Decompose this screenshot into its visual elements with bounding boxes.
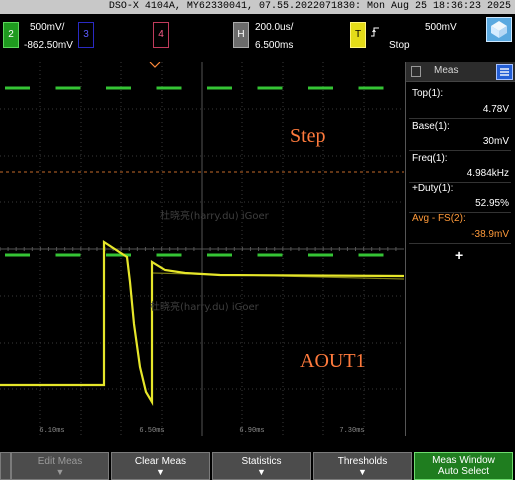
- trigger-level: 500mV: [425, 22, 457, 33]
- time-axis-label: 6.50ms: [139, 427, 164, 435]
- chevron-down-icon: ▼: [55, 467, 65, 477]
- channel-strip: 2 500mV/ -862.50mV 3 4 H 200.0us/ 6.500m…: [0, 14, 515, 61]
- edit-meas-label: Edit Meas: [37, 456, 83, 467]
- title-text: DSO-X 4104A, MY62330041, 07.55.202207183…: [108, 1, 511, 12]
- channel-4-button[interactable]: 4: [153, 22, 169, 48]
- meas-collapse-icon[interactable]: [411, 66, 421, 77]
- bottom-gap: [0, 436, 515, 452]
- channel-2-number: 2: [8, 29, 14, 40]
- channel-2-scale: 500mV/: [30, 22, 65, 33]
- rising-edge-icon: [370, 26, 380, 38]
- meas-value-duty: 52.95%: [475, 198, 509, 209]
- meas-separator: [409, 118, 511, 119]
- channel-2-button[interactable]: 2: [3, 22, 19, 48]
- menu-icon: [500, 68, 509, 76]
- thresholds-softkey[interactable]: Thresholds ▼: [313, 452, 412, 480]
- annotation-aout1: AOUT1: [300, 350, 366, 372]
- watermark-text-2: 杜晓亮(harry.du) iGoer: [150, 302, 259, 313]
- meas-window-label: Meas Window: [432, 455, 495, 466]
- softkey-bar: Edit Meas ▼ Clear Meas ▼ Statistics ▼ Th…: [0, 452, 515, 480]
- channel-4-number: 4: [158, 29, 164, 40]
- meas-window-softkey[interactable]: Meas Window Auto Select: [414, 452, 513, 480]
- waveform-graticule: 6.10ms 6.50ms 6.90ms 7.30ms Step AOUT1: [0, 61, 405, 436]
- annotation-step: Step: [290, 125, 326, 147]
- graticule-grid: [0, 62, 404, 436]
- statistics-label: Statistics: [241, 456, 282, 467]
- channel-3-number: 3: [83, 29, 89, 40]
- meas-panel-header: Meas: [406, 62, 515, 82]
- time-axis-label: 7.30ms: [339, 427, 364, 435]
- instrument-title-bar: DSO-X 4104A, MY62330041, 07.55.202207183…: [0, 0, 515, 14]
- meas-label-duty[interactable]: +Duty(1):: [412, 183, 453, 194]
- clear-meas-label: Clear Meas: [134, 456, 187, 467]
- statistics-softkey[interactable]: Statistics ▼: [212, 452, 311, 480]
- meas-value-base: 30mV: [482, 136, 509, 147]
- meas-label-freq[interactable]: Freq(1):: [412, 153, 448, 164]
- trigger-label: T: [354, 29, 362, 40]
- meas-value-avg-fs: -38.9mV: [471, 229, 509, 240]
- meas-panel-title: Meas: [434, 65, 459, 76]
- chevron-down-icon: ▼: [358, 467, 367, 477]
- thresholds-label: Thresholds: [337, 456, 388, 467]
- horizontal-timebase: 200.0us/: [255, 22, 294, 33]
- clear-meas-softkey[interactable]: Clear Meas ▼: [111, 452, 210, 480]
- meas-label-base[interactable]: Base(1):: [412, 121, 450, 132]
- horizontal-delay: 6.500ms: [255, 40, 294, 51]
- waveform-display[interactable]: 6.10ms 6.50ms 6.90ms 7.30ms Step AOUT1 杜晓亮(…: [0, 61, 405, 436]
- edit-meas-softkey[interactable]: Edit Meas ▼: [11, 452, 109, 480]
- utility-icon: [491, 21, 507, 38]
- chevron-down-icon: ▼: [156, 467, 165, 477]
- meas-separator: [409, 150, 511, 151]
- measurement-panel: Meas Top(1): 4.78V Base(1): 30mV Freq(1)…: [405, 62, 515, 436]
- meas-separator: [409, 243, 511, 244]
- time-axis-label: 6.10ms: [39, 427, 64, 435]
- channel-2-offset: -862.50mV: [24, 40, 73, 51]
- add-measurement-button[interactable]: +: [455, 247, 463, 263]
- channel-3-button[interactable]: 3: [78, 22, 94, 48]
- meas-value-top: 4.78V: [482, 104, 509, 115]
- softkey-1[interactable]: [0, 452, 11, 480]
- watermark-text: 杜晓亮(harry.du) iGoer: [160, 211, 269, 222]
- time-axis-label: 6.90ms: [239, 427, 264, 435]
- meas-label-top[interactable]: Top(1):: [412, 88, 443, 99]
- horizontal-button[interactable]: H: [233, 22, 249, 48]
- meas-value-freq: 4.984kHz: [466, 168, 509, 179]
- meas-label-avg-fs[interactable]: Avg - FS(2):: [412, 213, 466, 224]
- horizontal-label: H: [237, 29, 245, 40]
- trigger-position-marker: [149, 61, 161, 68]
- meas-window-mode: Auto Select: [437, 466, 490, 477]
- meas-menu-button[interactable]: [496, 64, 513, 80]
- utility-button[interactable]: [486, 17, 512, 42]
- acquisition-status: Stop: [389, 40, 410, 51]
- trigger-button[interactable]: T: [350, 22, 366, 48]
- chevron-down-icon: ▼: [257, 467, 266, 477]
